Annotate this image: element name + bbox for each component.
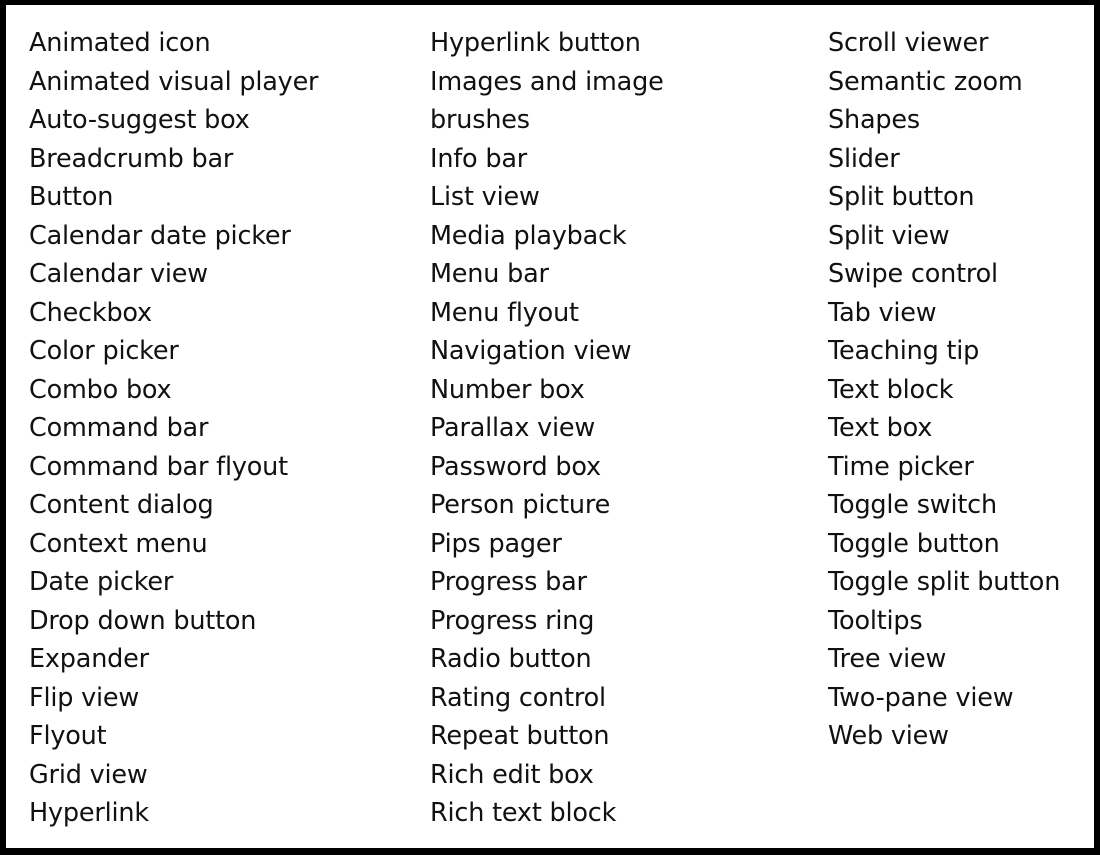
control-list-item: Radio button [430,644,592,674]
control-list-item: Shapes [828,105,920,135]
control-list-item: Command bar flyout [29,451,288,482]
control-list-item: Content dialog [29,490,214,520]
control-list-item: Teaching tip [828,336,980,366]
control-list-item: Hyperlink [29,798,149,828]
controls-list-panel: Animated icon Animated visual player Auto-… [6,5,1094,848]
control-list-item: Progress bar [430,567,587,597]
control-list-item: Text block [828,374,954,405]
control-list-item: Password box [430,451,601,482]
control-list-item: Two-pane view [828,682,1014,713]
control-list-item: Checkbox [29,297,152,328]
control-list-item: Progress ring [430,605,595,636]
control-list-item: Color picker [29,336,179,366]
controls-column-3: Scroll viewer Semantic zoom Shapes Slider Sp… [828,24,1060,756]
control-list-item: Toggle split button [828,567,1061,597]
control-list-item: Breadcrumb bar [29,143,234,174]
control-list-item: Expander [29,644,149,674]
control-list-item: Animated visual player [29,66,319,97]
control-list-item: Semantic zoom [828,66,1023,97]
control-list-item: List view [430,182,540,212]
control-list-item: Tab view [828,297,937,328]
control-list-item: Split view [828,220,950,251]
control-list-item: Images and image [430,66,664,97]
control-list-item: Text box [828,413,933,443]
controls-column-1: Animated icon Animated visual player Auto-… [29,24,319,833]
control-list-item: Info bar [430,143,528,174]
controls-column-2: Hyperlink button Images and image brushes I… [430,24,664,833]
control-list-item: Date picker [29,567,174,597]
control-list-item: Person picture [430,490,611,520]
control-list-item: Drop down button [29,605,257,636]
control-list-item: Grid view [29,759,148,790]
control-list-item: Calendar view [29,259,208,289]
control-list-item: Rich text block [430,798,617,828]
control-list-item: Scroll viewer [828,28,989,58]
control-list-item: Number box [430,374,585,405]
control-list-item: Web view [828,721,949,751]
control-list-item: Command bar [29,413,209,443]
control-list-item: Repeat button [430,721,610,751]
control-list-item: Tooltips [828,605,923,636]
control-list-item: Rating control [430,682,606,713]
control-list-item: Split button [828,182,975,212]
control-list-item: Calendar date picker [29,220,291,251]
control-list-item: Time picker [828,451,974,482]
control-list-item: Auto-suggest box [29,105,250,135]
control-list-item: Flip view [29,682,140,713]
control-list-item: Rich edit box [430,759,594,790]
control-list-item: Swipe control [828,259,998,289]
control-list-item: Combo box [29,374,172,405]
control-list-item: Button [29,182,114,212]
control-list-item: Menu bar [430,259,549,289]
control-list-item: Context menu [29,528,208,559]
control-list-item: Media playback [430,220,627,251]
control-list-item: Animated icon [29,28,211,58]
control-list-item: Parallax view [430,413,596,443]
control-list-item: Tree view [828,644,947,674]
control-list-item: Pips pager [430,528,562,559]
control-list-item: Toggle button [828,528,1000,559]
control-list-item: Flyout [29,721,107,751]
control-list-item: Menu flyout [430,297,579,328]
control-list-item: Hyperlink button [430,28,641,58]
control-list-item: Slider [828,143,900,174]
control-list-item: brushes [430,105,530,135]
control-list-item: Toggle switch [828,490,997,520]
control-list-item: Navigation view [430,336,632,366]
